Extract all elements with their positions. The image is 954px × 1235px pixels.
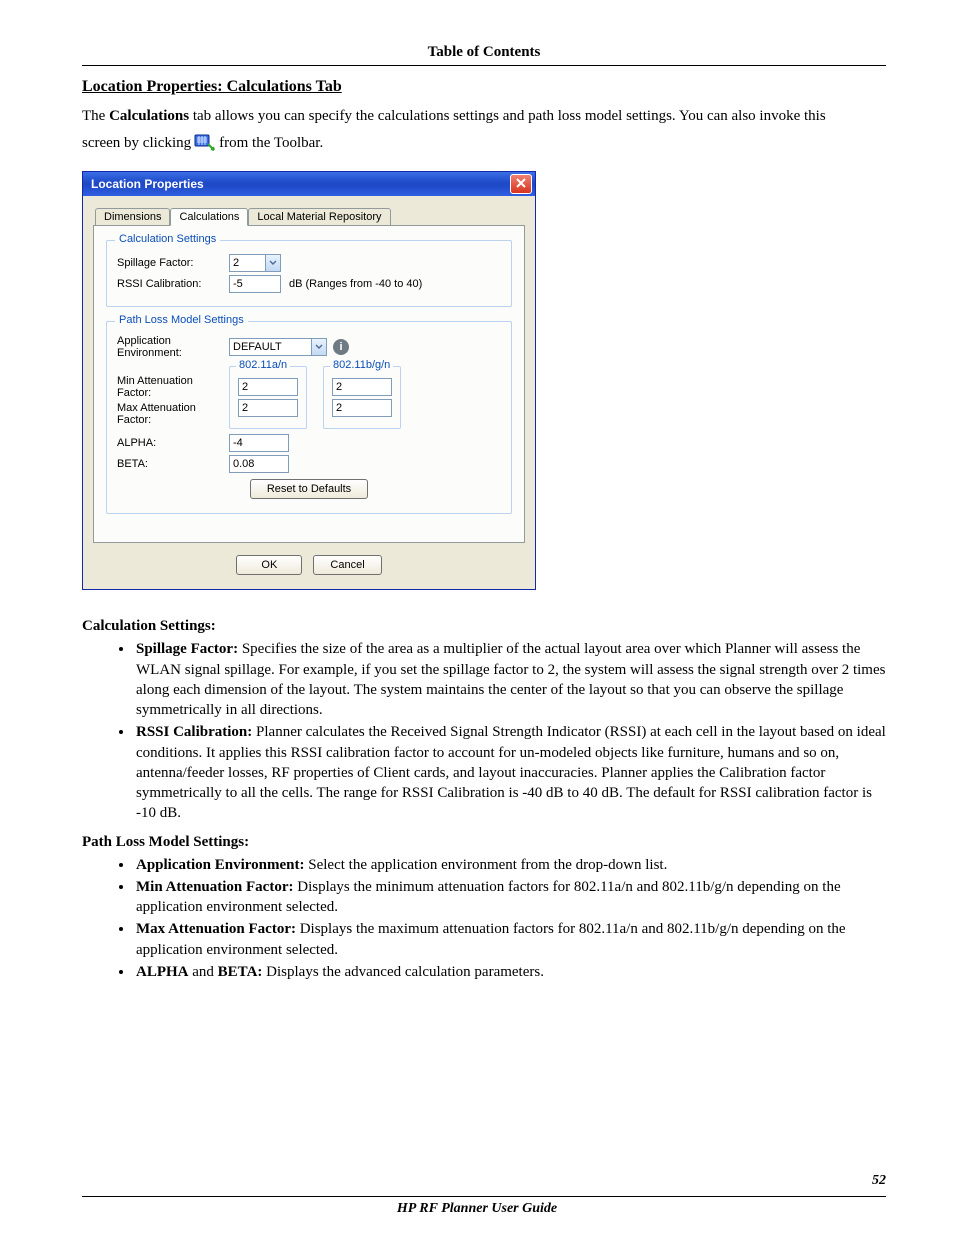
tab-dimensions[interactable]: Dimensions [95,208,170,225]
min-atten-label: Min Attenuation Factor: [117,375,229,399]
intro2-trail: from the Toolbar. [219,130,323,157]
calculation-settings-legend: Calculation Settings [115,233,220,245]
list-item: ALPHA and BETA: Displays the advanced ca… [134,962,886,982]
intro-paragraph: The Calculations tab allows you can spec… [82,106,886,126]
toc-header: Table of Contents [82,44,886,61]
rssi-label: RSSI Calibration: [117,278,229,290]
footer-rule [82,1196,886,1197]
min-atten-a-input[interactable] [238,378,298,396]
intro2-lead: screen by clicking [82,130,191,157]
list-item: Max Attenuation Factor: Displays the max… [134,919,886,960]
env-text: Select the application environment from … [305,857,668,873]
intro-trail: tab allows you can specify the calculati… [189,108,826,124]
tab-local-repo[interactable]: Local Material Repository [248,208,390,225]
chevron-down-icon[interactable] [265,254,281,272]
intro-bold: Calculations [109,108,189,124]
dialog-titlebar: Location Properties [83,172,535,196]
footer-guide: HP RF Planner User Guide [0,1201,954,1217]
subgroup-802-11b-g-n: 802.11b/g/n [323,366,401,429]
alpha-label: ALPHA: [117,437,229,449]
path-loss-group: Path Loss Model Settings Application Env… [106,321,512,514]
tab-strip: Dimensions Calculations Local Material R… [95,208,525,225]
ab-bold1: ALPHA [136,964,189,980]
intro-line2: screen by clicking from the Toolbar. [82,130,886,157]
calculation-settings-group: Calculation Settings Spillage Factor: RS… [106,240,512,307]
subgroup-b-legend: 802.11b/g/n [330,359,393,371]
location-properties-dialog: Location Properties Dimensions Calculati… [82,171,536,590]
ok-button[interactable]: OK [236,555,302,575]
subgroup-a-legend: 802.11a/n [236,359,290,371]
rssi-input[interactable] [229,275,281,293]
env-label: Application Environment: [117,335,229,359]
rssi-hint: dB (Ranges from -40 to 40) [289,278,422,290]
max-atten-label: Max Attenuation Factor: [117,402,229,426]
path-loss-list: Application Environment: Select the appl… [82,855,886,983]
list-item: Spillage Factor: Specifies the size of t… [134,639,886,720]
alpha-input[interactable] [229,434,289,452]
calc-settings-list: Spillage Factor: Specifies the size of t… [82,639,886,823]
close-button[interactable] [510,174,532,194]
spillage-select[interactable] [229,254,281,272]
ab-bold2: BETA: [218,964,263,980]
tab-calculations[interactable]: Calculations [170,208,248,226]
min-atten-b-input[interactable] [332,378,392,396]
close-icon [516,178,526,190]
section-title: Location Properties: Calculations Tab [82,78,886,96]
list-item: Min Attenuation Factor: Displays the min… [134,877,886,918]
max-atten-a-input[interactable] [238,399,298,417]
cancel-button[interactable]: Cancel [313,555,381,575]
env-bold: Application Environment: [136,857,305,873]
reset-defaults-button[interactable]: Reset to Defaults [250,479,368,499]
env-value[interactable] [229,338,311,356]
dialog-title: Location Properties [91,177,204,191]
chevron-down-icon[interactable] [311,338,327,356]
beta-label: BETA: [117,458,229,470]
max-bold: Max Attenuation Factor: [136,921,296,937]
intro-lead: The [82,108,109,124]
header-rule [82,65,886,66]
beta-input[interactable] [229,455,289,473]
calculations-toolbar-icon [193,132,217,156]
list-item: Application Environment: Select the appl… [134,855,886,875]
list-item: RSSI Calibration: Planner calculates the… [134,722,886,823]
env-select[interactable] [229,338,327,356]
rssi-bold: RSSI Calibration: [136,724,252,740]
max-atten-b-input[interactable] [332,399,392,417]
spillage-text: Specifies the size of the area as a mult… [136,641,885,718]
spillage-label: Spillage Factor: [117,257,229,269]
min-bold: Min Attenuation Factor: [136,879,293,895]
tab-panel: Calculation Settings Spillage Factor: RS… [93,225,525,543]
spillage-bold: Spillage Factor: [136,641,238,657]
path-loss-legend: Path Loss Model Settings [115,314,248,326]
ab-text: Displays the advanced calculation parame… [262,964,544,980]
spillage-value[interactable] [229,254,265,272]
page-number: 52 [872,1173,886,1189]
info-icon[interactable]: i [333,339,349,355]
subgroup-802-11a-n: 802.11a/n [229,366,307,429]
calc-settings-heading: Calculation Settings: [82,618,886,635]
ab-mid: and [189,964,218,980]
path-loss-heading: Path Loss Model Settings: [82,834,886,851]
